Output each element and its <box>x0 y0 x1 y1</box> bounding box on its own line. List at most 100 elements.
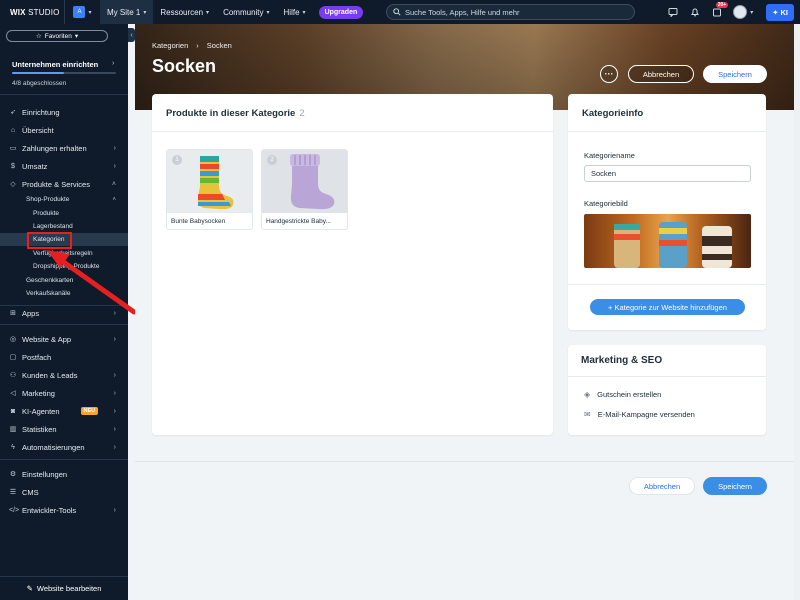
more-actions-button[interactable]: ··· <box>600 65 618 83</box>
breadcrumb-parent[interactable]: Kategorien <box>152 41 188 50</box>
upgrade-button[interactable]: Upgraden <box>318 5 364 19</box>
scrollbar[interactable] <box>794 24 800 600</box>
wix-studio-logo[interactable]: WIX STUDIO <box>0 8 64 17</box>
nav-ressourcen[interactable]: Ressourcen ▾ <box>153 0 216 24</box>
sidebar-item-cms[interactable]: ☰ CMS <box>0 484 128 500</box>
notifications-icon[interactable]: 20+ <box>706 0 729 24</box>
nav-hilfe[interactable]: Hilfe ▾ <box>277 0 313 24</box>
chevron-down-icon: ▾ <box>88 9 92 16</box>
user-avatar <box>733 5 748 19</box>
pencil-icon: ✎ <box>26 584 33 593</box>
sidebar-item-produkte-services[interactable]: ◇ Produkte & Services ˄ <box>0 176 128 192</box>
tag-icon: ◇ <box>10 181 16 188</box>
category-name-label: Kategoriename <box>584 151 635 160</box>
chevron-down-icon: ▾ <box>74 33 79 40</box>
gear-icon: ⚙ <box>9 471 17 478</box>
ki-assistant-button[interactable]: ✦ KI <box>766 3 794 21</box>
divider <box>135 461 800 462</box>
save-button-bottom[interactable]: Speichern <box>703 477 767 495</box>
sidebar-item-automatisierungen[interactable]: ϟ Automatisierungen › <box>0 439 128 455</box>
sidebar-item-apps[interactable]: ⊞ Apps › <box>0 305 128 321</box>
category-image[interactable] <box>584 214 751 268</box>
chevron-down-icon: ▾ <box>750 9 754 16</box>
sidebar-item-zahlungen[interactable]: ▭ Zahlungen erhalten › <box>0 140 128 156</box>
chevron-right-icon: › <box>113 506 116 514</box>
category-info-card: Kategorieinfo Kategoriename Socken Kateg… <box>568 94 766 330</box>
coupon-icon: ◈ <box>584 390 591 399</box>
sidebar-item-einstellungen[interactable]: ⚙ Einstellungen <box>0 466 128 482</box>
edit-website-button[interactable]: ✎ Website bearbeiten <box>0 576 128 600</box>
search-input[interactable]: Suche Tools, Apps, Hilfe und mehr <box>386 4 635 20</box>
home-icon: ⌂ <box>10 126 16 134</box>
add-category-to-site-button[interactable]: + Kategorie zur Website hinzufügen <box>590 299 745 315</box>
chevron-right-icon: › <box>113 425 116 433</box>
bell-icon[interactable] <box>684 0 706 24</box>
cancel-button[interactable]: Abbrechen <box>628 65 694 83</box>
favorites-button[interactable]: ☆ Favoriten ▾ <box>6 30 108 42</box>
save-button[interactable]: Speichern <box>703 65 767 83</box>
sidebar-item-einrichtung[interactable]: ➶ Einrichtung <box>0 104 128 120</box>
sidebar-item-marketing[interactable]: ◁ Marketing › <box>0 385 128 401</box>
divider <box>568 284 766 285</box>
sidebar-subitem-geschenkkarten[interactable]: Geschenkkarten <box>0 274 128 287</box>
sidebar-item-entwickler-tools[interactable]: </> Entwickler-Tools › <box>0 502 128 518</box>
site-avatar: A <box>73 6 86 18</box>
chevron-right-icon: › <box>113 309 116 317</box>
category-info-header: Kategorieinfo <box>568 94 766 132</box>
product-image: 2 <box>262 150 347 213</box>
sparkle-icon: ✦ <box>772 7 779 17</box>
product-tile[interactable]: 2 Handgestrickte Baby... <box>261 149 348 230</box>
site-selector[interactable]: A ▾ <box>64 0 100 24</box>
more-icon: ··· <box>604 69 614 79</box>
sidebar-subitem-verkaufskanaele[interactable]: Verkaufskanäle <box>0 287 128 300</box>
sidebar-subitem-shop-produkte[interactable]: Shop-Produkte ˄ <box>0 193 128 206</box>
card-icon: ▭ <box>9 145 17 152</box>
product-tile[interactable]: 1 Bunte Babysocken <box>166 149 253 230</box>
top-bar: WIX STUDIO A ▾ My Site 1 ▾ Ressourcen ▾ Co… <box>0 0 800 24</box>
divider <box>0 94 128 95</box>
send-email-campaign-link[interactable]: ✉ E-Mail-Kampagne versenden <box>584 410 695 419</box>
divider <box>0 459 128 460</box>
new-badge: NEU <box>80 407 99 415</box>
sidebar-subitem-dropshipping[interactable]: Dropshipping-Produkte <box>0 260 128 273</box>
chevron-down-icon: ▾ <box>266 9 270 16</box>
sidebar-subitem-produkte[interactable]: Produkte <box>0 207 128 220</box>
chat-icon[interactable] <box>662 0 684 24</box>
sidebar-item-uebersicht[interactable]: ⌂ Übersicht <box>0 122 128 138</box>
cancel-button-bottom[interactable]: Abbrechen <box>629 477 695 495</box>
create-coupon-link[interactable]: ◈ Gutschein erstellen <box>584 390 661 399</box>
setup-progress-text: 4/8 abgeschlossen <box>12 80 67 87</box>
chevron-right-icon: › <box>113 371 116 379</box>
sidebar-item-umsatz[interactable]: $ Umsatz › <box>0 158 128 174</box>
sidebar-item-website-app[interactable]: ◎ Website & App › <box>0 331 128 347</box>
socks-photo-icon <box>614 222 732 268</box>
category-name-input[interactable]: Socken <box>584 165 751 182</box>
sidebar-item-ki-agenten[interactable]: ◙ KI-Agenten NEU › <box>0 403 128 419</box>
sidebar-item-postfach[interactable]: ▢ Postfach <box>0 349 128 365</box>
chevron-right-icon: › <box>112 60 115 67</box>
chevron-right-icon: › <box>113 407 116 415</box>
nav-my-site[interactable]: My Site 1 ▾ <box>100 0 154 24</box>
products-card-header: Produkte in dieser Kategorie 2 <box>152 94 553 132</box>
marketing-seo-header: Marketing & SEO <box>568 345 766 377</box>
inbox-icon: ▢ <box>9 354 17 361</box>
product-name: Bunte Babysocken <box>171 218 226 225</box>
robot-icon: ◙ <box>10 407 16 415</box>
chevron-right-icon: › <box>196 41 199 50</box>
setup-title[interactable]: Unternehmen einrichten <box>12 60 98 69</box>
chevron-up-icon: ˄ <box>112 196 116 203</box>
megaphone-icon: ◁ <box>10 390 16 397</box>
top-bar-actions: 20+ ▾ ✦ KI <box>662 0 800 24</box>
sidebar-item-statistiken[interactable]: ▥ Statistiken › <box>0 421 128 437</box>
chevron-left-icon: ‹ <box>130 31 133 39</box>
top-nav: My Site 1 ▾ Ressourcen ▾ Community ▾ Hilfe ▾… <box>100 0 364 24</box>
account-menu[interactable]: ▾ <box>728 0 758 24</box>
sidebar-item-kunden-leads[interactable]: ⚇ Kunden & Leads › <box>0 367 128 383</box>
sidebar-collapse-button[interactable]: ‹ <box>128 28 135 42</box>
breadcrumb-current: Socken <box>206 41 232 50</box>
page-title: Socken <box>152 56 217 76</box>
dollar-icon: $ <box>11 162 15 170</box>
divider <box>0 324 128 325</box>
chevron-right-icon: › <box>113 389 116 397</box>
nav-community[interactable]: Community ▾ <box>216 0 276 24</box>
